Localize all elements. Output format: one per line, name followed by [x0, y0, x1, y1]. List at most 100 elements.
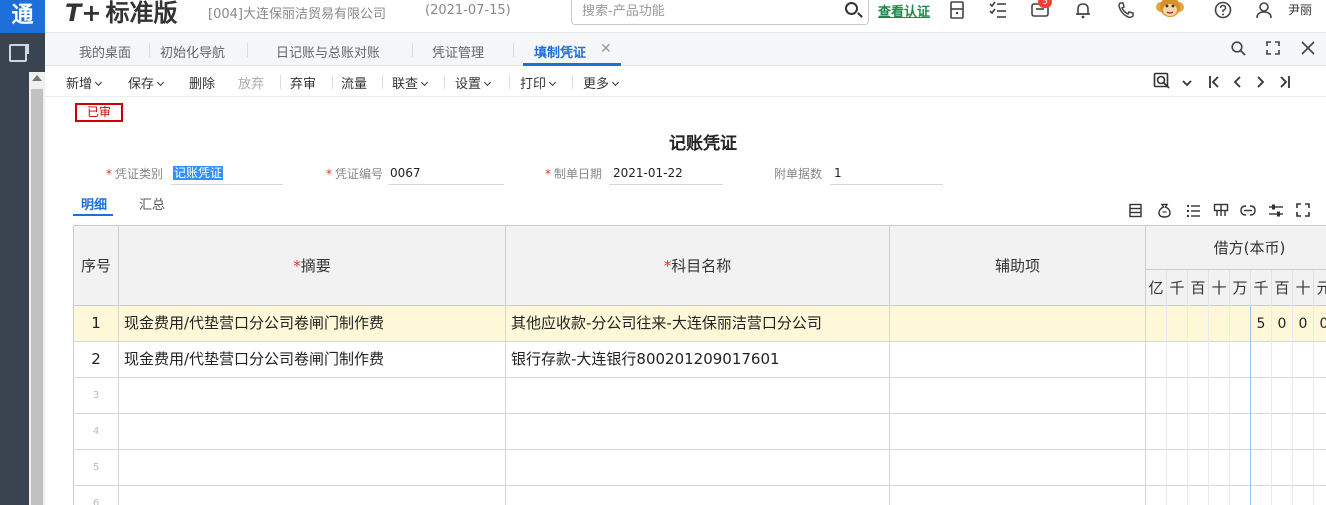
debit-digit-cell[interactable] [1209, 342, 1230, 378]
cell-summary[interactable] [119, 486, 506, 505]
cell-seq[interactable]: 4 [74, 414, 119, 450]
close-icon[interactable] [1301, 41, 1315, 59]
discard-button[interactable]: 放弃 [238, 73, 264, 92]
cell-aux[interactable] [890, 342, 1146, 378]
mascot-icon[interactable] [1155, 0, 1185, 22]
debit-digit-cell[interactable] [1230, 378, 1251, 414]
debit-digit-cell[interactable] [1230, 486, 1251, 505]
phone-icon[interactable] [1117, 1, 1135, 19]
attachment-count-field[interactable]: 1 [830, 164, 943, 185]
debit-digit-cell[interactable] [1146, 378, 1167, 414]
cell-seq[interactable]: 3 [74, 378, 119, 414]
debit-digit-cell[interactable] [1188, 486, 1209, 505]
debit-digit-cell[interactable] [1188, 414, 1209, 450]
first-record-icon[interactable] [1208, 74, 1220, 93]
debit-digit-cell[interactable] [1251, 450, 1272, 486]
debit-digit-cell[interactable] [1146, 486, 1167, 505]
subtab-detail[interactable]: 明细 [81, 194, 107, 213]
debit-digit-cell[interactable] [1146, 306, 1167, 342]
debit-digit-cell[interactable] [1293, 342, 1314, 378]
cell-aux[interactable] [890, 306, 1146, 342]
verify-link[interactable]: 查看认证 [878, 1, 930, 20]
cell-account[interactable]: 其他应收款-分公司往来-大连保丽洁营口分公司 [506, 306, 890, 342]
debit-digit-cell[interactable] [1167, 306, 1188, 342]
tab-journal-reconcile[interactable]: 日记账与总账对账 [276, 42, 380, 61]
debit-digit-cell[interactable] [1272, 450, 1293, 486]
table-row[interactable]: 6 [74, 486, 1326, 505]
debit-digit-cell[interactable] [1146, 342, 1167, 378]
cell-summary[interactable]: 现金费用/代垫营口分公司卷闸门制作费 [119, 306, 506, 342]
help-icon[interactable] [1214, 1, 1232, 19]
table-row[interactable]: 5 [74, 450, 1326, 486]
columns-icon[interactable] [1213, 203, 1229, 222]
username[interactable]: 尹丽 [1288, 1, 1312, 18]
close-icon[interactable]: ✕ [600, 41, 612, 57]
tab-voucher-manage[interactable]: 凭证管理 [432, 42, 484, 61]
debit-digit-cell[interactable] [1293, 450, 1314, 486]
table-row[interactable]: 3 [74, 378, 1326, 414]
debit-digit-cell[interactable] [1314, 378, 1326, 414]
cell-aux[interactable] [890, 450, 1146, 486]
debit-digit-cell[interactable] [1314, 450, 1326, 486]
search-icon[interactable] [1231, 41, 1246, 60]
cell-account[interactable]: 银行存款-大连银行800201209017601 [506, 342, 890, 378]
table-row[interactable]: 4 [74, 414, 1326, 450]
debit-digit-cell[interactable] [1167, 414, 1188, 450]
debit-digit-cell[interactable]: 0 [1272, 306, 1293, 342]
swap-icon[interactable] [1240, 203, 1256, 222]
debit-digit-cell[interactable] [1230, 306, 1251, 342]
debit-digit-cell[interactable] [1167, 450, 1188, 486]
voucher-type-field[interactable]: 记账凭证 [171, 164, 283, 185]
debit-digit-cell[interactable]: 0 [1314, 306, 1326, 342]
table-row[interactable]: 2 现金费用/代垫营口分公司卷闸门制作费 银行存款-大连银行800201209017… [74, 342, 1326, 378]
debit-digit-cell[interactable] [1314, 414, 1326, 450]
debit-digit-cell[interactable] [1167, 486, 1188, 505]
debit-digit-cell[interactable] [1188, 378, 1209, 414]
tab-fill-voucher[interactable]: 填制凭证 [534, 42, 586, 61]
settings-button[interactable]: 设置 [455, 73, 492, 92]
search-icon[interactable] [845, 2, 858, 15]
debit-digit-cell[interactable]: 5 [1251, 306, 1272, 342]
debit-digit-cell[interactable] [1146, 450, 1167, 486]
delete-button[interactable]: 删除 [189, 73, 215, 92]
cell-account[interactable] [506, 450, 890, 486]
new-button[interactable]: 新增 [66, 73, 103, 92]
cell-summary[interactable]: 现金费用/代垫营口分公司卷闸门制作费 [119, 342, 506, 378]
query-button[interactable]: 联查 [392, 73, 429, 92]
cell-seq[interactable]: 2 [74, 342, 119, 378]
tab-init-guide[interactable]: 初始化导航 [160, 42, 225, 61]
print-button[interactable]: 打印 [520, 73, 557, 92]
cell-account[interactable] [506, 486, 890, 505]
cell-seq[interactable]: 1 [74, 306, 119, 342]
insert-row-icon[interactable] [1128, 203, 1143, 222]
cell-account[interactable] [506, 378, 890, 414]
cell-summary[interactable] [119, 414, 506, 450]
expand-icon[interactable] [1296, 203, 1310, 221]
debit-digit-cell[interactable] [1251, 414, 1272, 450]
next-record-icon[interactable] [1256, 74, 1266, 93]
more-button[interactable]: 更多 [583, 73, 620, 92]
debit-digit-cell[interactable] [1251, 342, 1272, 378]
sliders-icon[interactable] [1268, 203, 1284, 222]
search-input[interactable] [582, 2, 832, 20]
fullscreen-icon[interactable] [1266, 41, 1280, 59]
chevron-down-icon[interactable] [1181, 74, 1193, 93]
prev-record-icon[interactable] [1232, 74, 1242, 93]
debit-digit-cell[interactable]: 0 [1293, 306, 1314, 342]
last-record-icon[interactable] [1279, 74, 1291, 93]
cell-summary[interactable] [119, 450, 506, 486]
debit-digit-cell[interactable] [1293, 378, 1314, 414]
debit-digit-cell[interactable] [1230, 450, 1251, 486]
debit-digit-cell[interactable] [1209, 306, 1230, 342]
debit-digit-cell[interactable] [1314, 342, 1326, 378]
debit-digit-cell[interactable] [1293, 486, 1314, 505]
save-button[interactable]: 保存 [128, 73, 165, 92]
debit-digit-cell[interactable] [1293, 414, 1314, 450]
cell-account[interactable] [506, 414, 890, 450]
debit-digit-cell[interactable] [1272, 342, 1293, 378]
cell-seq[interactable]: 6 [74, 486, 119, 505]
cell-aux[interactable] [890, 486, 1146, 505]
money-bag-icon[interactable] [1157, 203, 1172, 222]
debit-digit-cell[interactable] [1272, 414, 1293, 450]
cashflow-button[interactable]: 流量 [341, 73, 367, 92]
